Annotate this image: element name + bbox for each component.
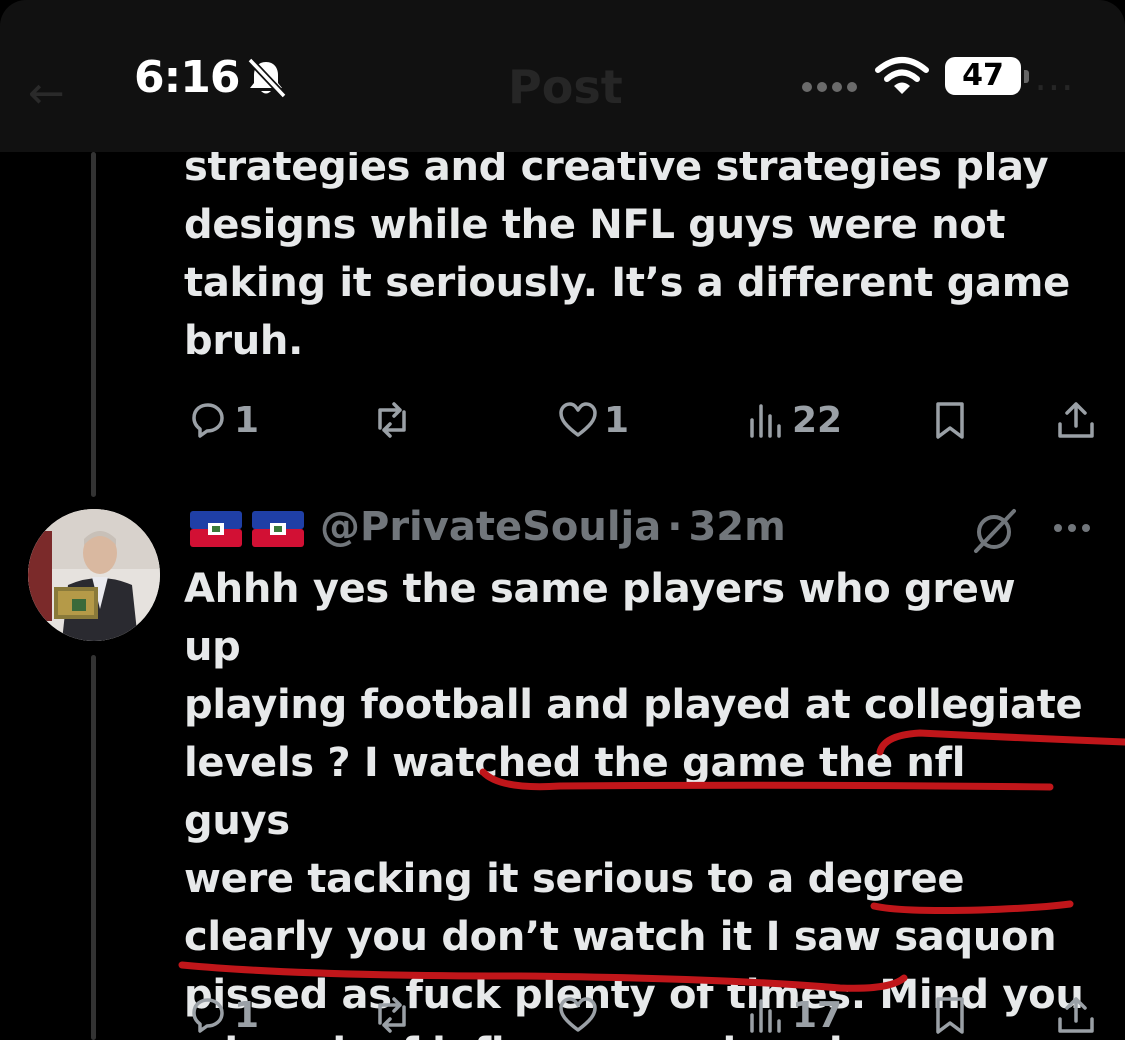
share-icon — [1058, 997, 1094, 1033]
status-bar: ← Post ⋯ 6:16 47 — [0, 0, 1125, 152]
share-button[interactable] — [1054, 398, 1098, 442]
reply-icon — [192, 403, 224, 438]
tweet-1-line: bruh. — [184, 318, 304, 364]
screen: ← Post ⋯ 6:16 47 strategies and creative… — [0, 0, 1125, 1040]
repost-icon — [378, 997, 406, 1033]
repost-icon — [378, 402, 406, 438]
views-count: 22 — [792, 399, 843, 441]
reply-count: 1 — [234, 994, 260, 1036]
reply-button[interactable]: 1 — [186, 398, 259, 442]
tweet-1-actions: 1 1 22 — [0, 390, 1125, 450]
like-count: 1 — [604, 399, 630, 441]
share-button[interactable] — [1054, 993, 1098, 1037]
tweet-2-line: playing football and played at collegiat… — [184, 682, 1083, 728]
tweet-2-line: were tacking it serious to a degree — [184, 856, 965, 902]
share-icon — [1058, 402, 1094, 438]
tweet-2-line: levels ? I watched the game the nfl guys — [184, 740, 966, 844]
views-button[interactable]: 17 — [744, 993, 842, 1037]
tweet-2-header: @PrivateSoulja · 32m — [320, 504, 786, 550]
tweet-1-line: taking it seriously. It’s a different ga… — [184, 260, 1070, 306]
header-separator: · — [667, 504, 683, 550]
page-title: Post — [508, 60, 623, 114]
reply-icon — [192, 998, 224, 1033]
bell-muted-icon — [247, 57, 287, 99]
like-button[interactable]: 1 — [556, 398, 629, 442]
views-count: 17 — [792, 994, 843, 1036]
tweet-2-text: Ahhh yes the same players who grew up pl… — [184, 560, 1084, 1040]
tweet-time[interactable]: 32m — [688, 504, 785, 550]
repost-button[interactable] — [370, 993, 418, 1037]
back-button[interactable]: ← — [28, 68, 65, 119]
heart-icon — [559, 402, 597, 437]
heart-icon — [559, 997, 597, 1032]
tweet-1-text: strategies and creative strategies play … — [184, 138, 1084, 370]
avatar-photo — [28, 509, 160, 641]
repost-button[interactable] — [370, 398, 418, 442]
views-button[interactable]: 22 — [744, 398, 842, 442]
wifi-icon — [875, 57, 929, 94]
haiti-flag-icon — [190, 511, 242, 547]
signal-dots-icon — [802, 82, 857, 92]
more-icon[interactable] — [1050, 518, 1094, 538]
reply-button[interactable]: 1 — [186, 993, 259, 1037]
like-button[interactable] — [556, 993, 604, 1037]
tweet-2-line: Ahhh yes the same players who grew up — [184, 566, 1016, 670]
views-icon — [750, 999, 781, 1033]
views-icon — [750, 404, 781, 438]
battery-cap — [1024, 70, 1029, 83]
reply-count: 1 — [234, 399, 260, 441]
bookmark-button[interactable] — [928, 993, 972, 1037]
bookmark-button[interactable] — [928, 398, 972, 442]
bookmark-icon — [936, 997, 964, 1034]
header-more-button[interactable]: ⋯ — [1034, 64, 1074, 110]
tweet-1-line: designs while the NFL guys were not — [184, 202, 1006, 248]
grok-icon[interactable] — [968, 505, 1020, 557]
user-handle[interactable]: @PrivateSoulja — [320, 504, 661, 550]
tweet-2-line: clearly you don’t watch it I saw saquon — [184, 914, 1057, 960]
battery-indicator: 47 — [945, 57, 1021, 95]
status-time: 6:16 — [134, 52, 240, 103]
bookmark-icon — [936, 402, 964, 439]
thread-line-bottom — [91, 655, 96, 1040]
tweet-2-actions: 1 17 — [0, 985, 1125, 1040]
haiti-flag-icon — [252, 511, 304, 547]
avatar[interactable] — [28, 509, 160, 641]
